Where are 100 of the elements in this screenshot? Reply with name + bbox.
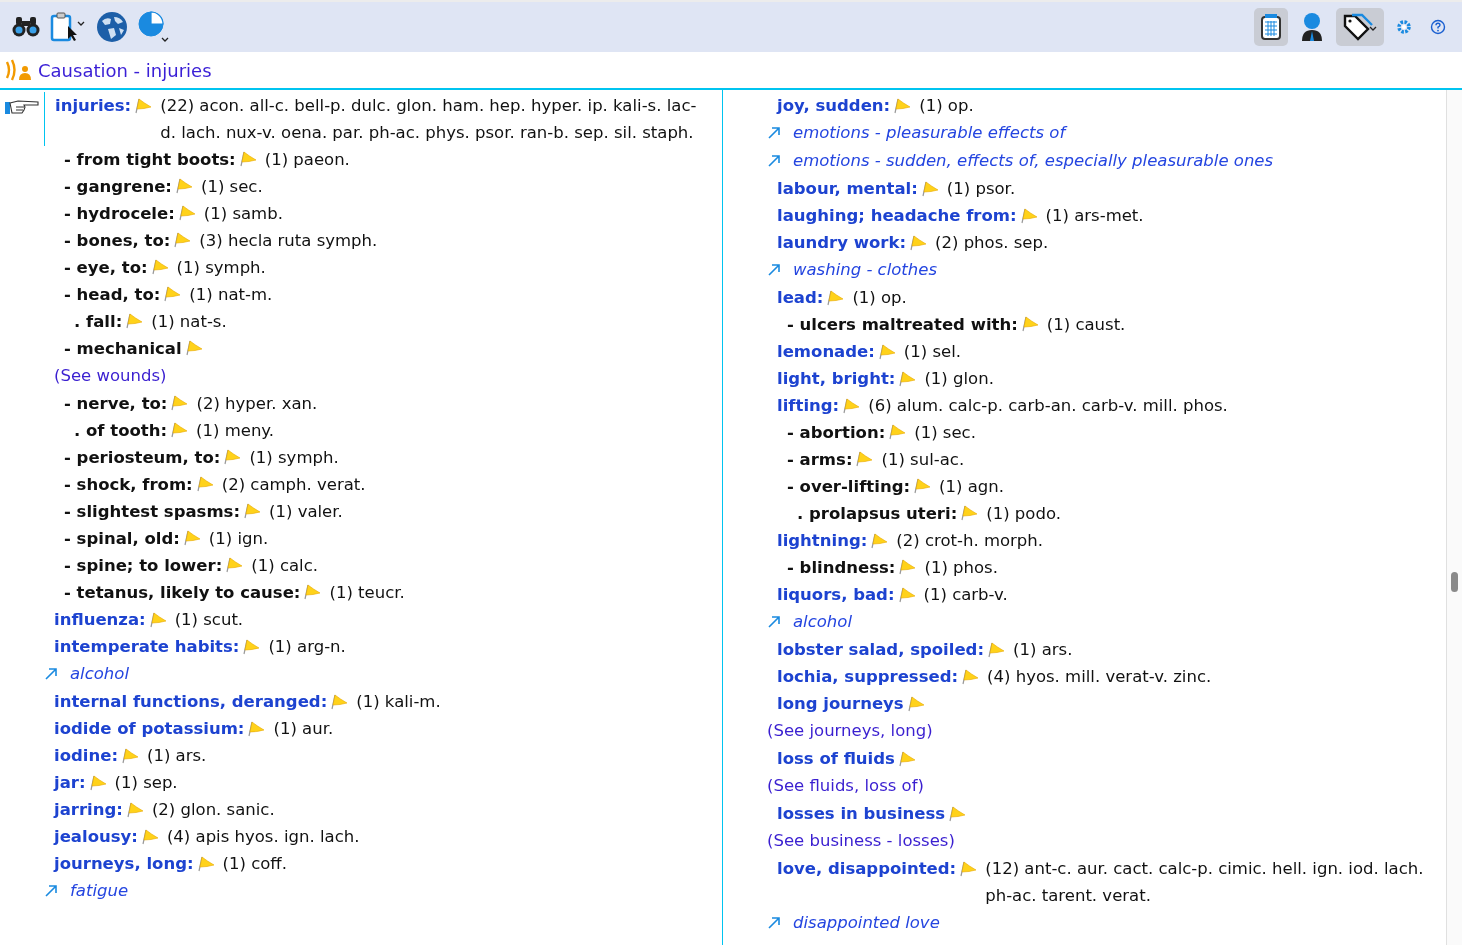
subrubric-link[interactable]: - gangrene:: [64, 177, 172, 196]
flag-icon[interactable]: [897, 750, 916, 767]
subrubric-link[interactable]: - head, to:: [64, 285, 161, 304]
flag-icon[interactable]: [1019, 207, 1038, 224]
flag-icon[interactable]: [170, 394, 189, 411]
rubric-link[interactable]: losses in business: [777, 800, 946, 827]
rubric-link[interactable]: journeys, long:: [54, 850, 194, 877]
rubric-link[interactable]: jarring:: [54, 796, 123, 823]
subrubric-link[interactable]: - abortion:: [787, 423, 886, 442]
flag-icon[interactable]: [182, 529, 201, 546]
flag-icon[interactable]: [855, 450, 874, 467]
subrubric-link[interactable]: - periosteum, to:: [64, 448, 221, 467]
cross-reference-link[interactable]: alcohol: [70, 660, 129, 688]
flag-icon[interactable]: [150, 258, 169, 275]
rubric-link[interactable]: joy, sudden:: [777, 92, 891, 119]
flag-icon[interactable]: [184, 339, 203, 356]
flag-icon[interactable]: [125, 801, 144, 818]
flag-icon[interactable]: [148, 611, 167, 628]
subrubric-link[interactable]: - ulcers maltreated with:: [787, 315, 1018, 334]
jar-icon[interactable]: [1254, 8, 1288, 46]
flag-icon[interactable]: [906, 695, 925, 712]
flag-icon[interactable]: [195, 475, 214, 492]
rubric-link[interactable]: lead:: [777, 284, 824, 311]
rubric-link[interactable]: iodine:: [54, 742, 118, 769]
subrubric-link[interactable]: - over-lifting:: [787, 477, 911, 496]
rubric-link[interactable]: labour, mental:: [777, 175, 918, 202]
rubric-link[interactable]: jealousy:: [54, 823, 138, 850]
flag-icon[interactable]: [987, 641, 1006, 658]
subrubric-link[interactable]: - mechanical: [64, 339, 182, 358]
rubric-link[interactable]: internal functions, deranged:: [54, 688, 328, 715]
subrubric-link[interactable]: . fall:: [74, 312, 123, 331]
subrubric-link[interactable]: - hydrocele:: [64, 204, 175, 223]
see-also-link[interactable]: (See journeys, long): [767, 721, 933, 740]
flag-icon[interactable]: [898, 558, 917, 575]
rubric-link[interactable]: intemperate habits:: [54, 633, 240, 660]
flag-icon[interactable]: [960, 504, 979, 521]
flag-icon[interactable]: [948, 805, 967, 822]
scrollbar[interactable]: [1446, 90, 1462, 945]
flag-icon[interactable]: [888, 423, 907, 440]
rubric-link[interactable]: laundry work:: [777, 229, 907, 256]
rubric-link[interactable]: influenza:: [54, 606, 146, 633]
flag-icon[interactable]: [170, 421, 189, 438]
rubric-link[interactable]: light, bright:: [777, 365, 896, 392]
flag-icon[interactable]: [897, 586, 916, 603]
flag-icon[interactable]: [303, 583, 322, 600]
flag-icon[interactable]: [920, 180, 939, 197]
flag-icon[interactable]: [121, 747, 139, 764]
subrubric-link[interactable]: - shock, from:: [64, 475, 193, 494]
cross-reference-link[interactable]: fatigue: [70, 877, 129, 905]
globe-icon[interactable]: [94, 11, 130, 43]
subrubric-link[interactable]: - tetanus, likely to cause:: [64, 583, 301, 602]
subrubric-link[interactable]: - arms:: [787, 450, 853, 469]
cross-reference-link[interactable]: emotions - pleasurable effects of: [793, 119, 1066, 147]
flag-icon[interactable]: [242, 638, 261, 655]
rubric-link[interactable]: long journeys: [777, 690, 904, 717]
flag-icon[interactable]: [173, 231, 192, 248]
flag-icon[interactable]: [842, 397, 861, 414]
flag-icon[interactable]: [238, 150, 257, 167]
flag-icon[interactable]: [959, 860, 978, 877]
rubric-link[interactable]: lemonade:: [777, 338, 875, 365]
rubric-link[interactable]: jar:: [54, 769, 86, 796]
flag-icon[interactable]: [163, 285, 182, 302]
flag-icon[interactable]: [913, 477, 932, 494]
flag-icon[interactable]: [909, 234, 928, 251]
flag-icon[interactable]: [877, 343, 896, 360]
flag-icon[interactable]: [174, 177, 193, 194]
scrollbar-thumb[interactable]: [1451, 572, 1458, 592]
flag-icon[interactable]: [247, 720, 266, 737]
rubric-link[interactable]: lobster salad, spoiled:: [777, 636, 985, 663]
rubric-link[interactable]: lifting:: [777, 392, 840, 419]
subrubric-link[interactable]: - eye, to:: [64, 258, 148, 277]
rubric-link[interactable]: lochia, suppressed:: [777, 663, 959, 690]
flag-icon[interactable]: [225, 556, 244, 573]
see-also-link[interactable]: (See fluids, loss of): [767, 776, 924, 795]
subrubric-link[interactable]: - blindness:: [787, 558, 896, 577]
cross-reference-link[interactable]: washing - clothes: [793, 256, 938, 284]
flag-icon[interactable]: [196, 855, 215, 872]
flag-icon[interactable]: [140, 828, 159, 845]
subrubric-link[interactable]: - bones, to:: [64, 231, 171, 250]
flag-icon[interactable]: [870, 532, 889, 549]
subrubric-link[interactable]: - spine; to lower:: [64, 556, 223, 575]
rubric-link[interactable]: liquors, bad:: [777, 581, 895, 608]
flag-icon[interactable]: [1020, 315, 1039, 332]
rubric-link[interactable]: lightning:: [777, 527, 868, 554]
subrubric-link[interactable]: . of tooth:: [74, 421, 168, 440]
flag-icon[interactable]: [961, 668, 980, 685]
subrubric-link[interactable]: - spinal, old:: [64, 529, 180, 548]
subrubric-link[interactable]: - slightest spasms:: [64, 502, 240, 521]
binoculars-icon[interactable]: [10, 16, 42, 38]
flag-icon[interactable]: [134, 97, 153, 114]
flag-icon[interactable]: [243, 502, 261, 519]
flag-icon[interactable]: [88, 774, 107, 791]
flag-icon[interactable]: [223, 448, 242, 465]
flag-icon[interactable]: [893, 97, 912, 114]
rubric-link[interactable]: love, disappointed:: [777, 855, 957, 882]
flag-icon[interactable]: [826, 289, 845, 306]
see-also-link[interactable]: (See wounds): [54, 366, 167, 385]
tag-icon[interactable]: [1336, 8, 1384, 46]
flag-icon[interactable]: [898, 370, 917, 387]
rubric-link[interactable]: injuries:: [55, 92, 132, 119]
